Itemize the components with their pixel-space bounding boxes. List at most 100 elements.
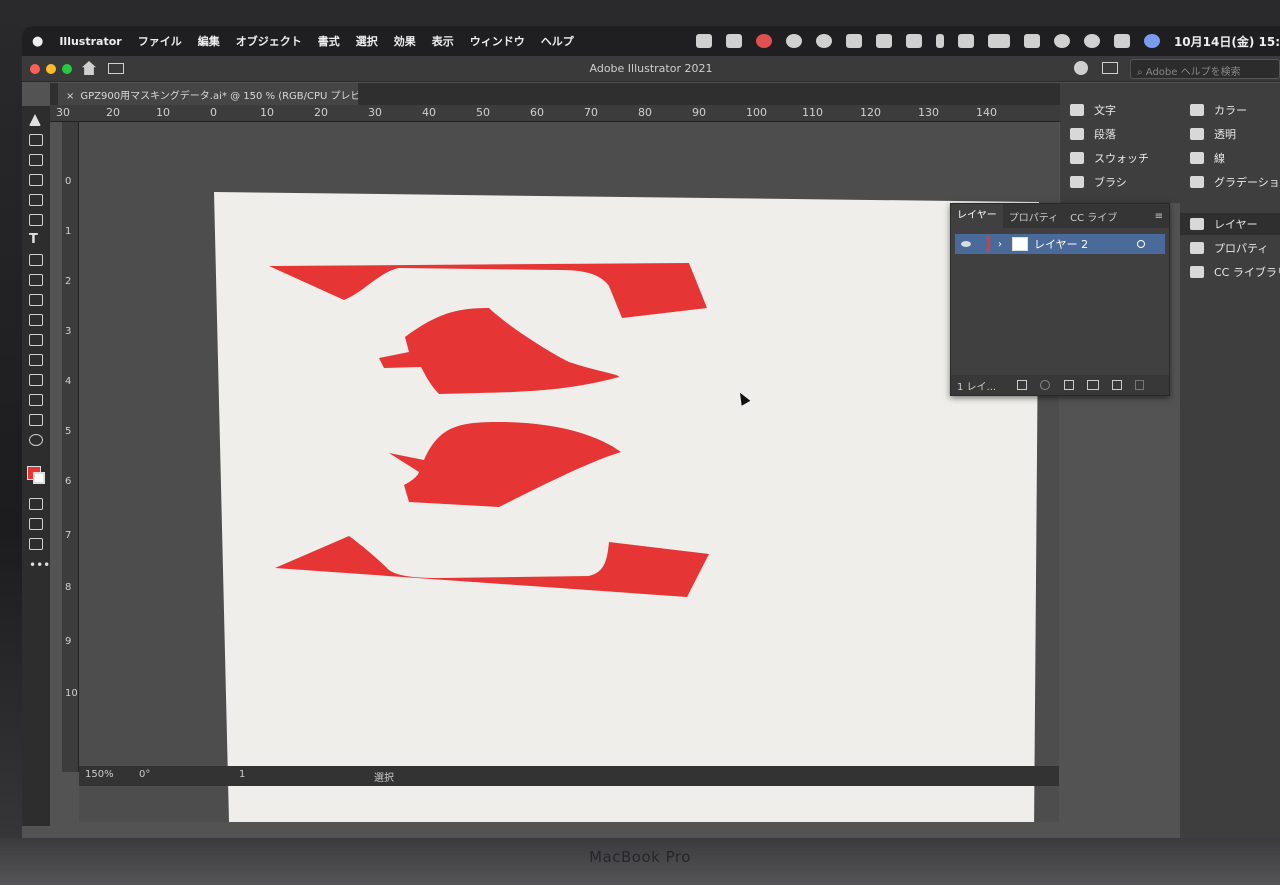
- export-icon[interactable]: [1017, 380, 1028, 390]
- wifi-icon[interactable]: [1023, 34, 1040, 48]
- color-mode-icon[interactable]: [29, 498, 43, 510]
- rotation-select[interactable]: 0°: [139, 769, 150, 780]
- curvature-tool-icon[interactable]: [29, 174, 43, 186]
- menu-view[interactable]: 表示: [432, 33, 454, 49]
- record-icon[interactable]: [755, 34, 772, 48]
- eject-icon[interactable]: [905, 34, 922, 48]
- ruler-label: 4: [65, 376, 72, 387]
- more-tools-icon[interactable]: •••: [29, 558, 50, 572]
- menu-file[interactable]: ファイル: [138, 33, 182, 49]
- layers-panel-footer: 1 レイ...: [951, 375, 1169, 395]
- panel-gradient[interactable]: グラデーション: [1190, 171, 1280, 193]
- battery-icon[interactable]: [987, 34, 1010, 48]
- menu-window[interactable]: ウィンドウ: [470, 33, 525, 49]
- selection-tool-icon[interactable]: [29, 114, 41, 126]
- draw-mode-icon[interactable]: [29, 518, 43, 530]
- expand-chevron-icon[interactable]: ›: [998, 239, 1002, 250]
- sync-icon[interactable]: [815, 34, 832, 48]
- apple-icon[interactable]: ●: [32, 34, 43, 49]
- symbol-sprayer-tool-icon[interactable]: [29, 374, 43, 386]
- menu-app-name[interactable]: Illustrator: [59, 35, 121, 48]
- screen-share-icon[interactable]: [725, 34, 742, 48]
- artboard[interactable]: [79, 122, 1059, 822]
- tool-status[interactable]: 選択: [374, 769, 394, 784]
- screen-mode-icon[interactable]: [29, 538, 43, 550]
- volume-icon[interactable]: [875, 34, 892, 48]
- menu-object[interactable]: オブジェクト: [236, 33, 302, 49]
- share-icon[interactable]: [1074, 61, 1088, 75]
- spotlight-icon[interactable]: [1083, 34, 1100, 48]
- layers-panel-tabs: レイヤー プロパティ CC ライブ ≡: [951, 204, 1169, 228]
- display-icon[interactable]: [845, 34, 862, 48]
- document-tab[interactable]: × GPZ900用マスキングデータ.ai* @ 150 % (RGB/CPU プレ…: [58, 83, 358, 105]
- tools-panel: T •••: [22, 106, 50, 826]
- panel-stroke[interactable]: 線: [1190, 147, 1225, 169]
- panel-paragraph[interactable]: 段落: [1070, 123, 1116, 145]
- rotate-tool-icon[interactable]: [29, 294, 43, 306]
- ruler-label: 0: [65, 176, 72, 187]
- panel-layers-label: レイヤー: [1214, 218, 1258, 231]
- panel-menu-icon[interactable]: ≡: [1149, 211, 1169, 222]
- reflect-tool-icon[interactable]: [29, 254, 43, 266]
- clipping-mask-icon[interactable]: [1063, 380, 1074, 390]
- new-sublayer-icon[interactable]: [1086, 380, 1099, 390]
- siri-icon[interactable]: [1143, 34, 1160, 48]
- menu-effect[interactable]: 効果: [394, 33, 416, 49]
- shape-builder-tool-icon[interactable]: [29, 314, 43, 326]
- transparency-icon: [1190, 128, 1204, 140]
- layer-row[interactable]: › レイヤー 2: [955, 234, 1165, 254]
- panel-cc-libraries[interactable]: CC ライブラリ: [1190, 261, 1280, 283]
- collapsed-panels-group2: カラー 透明 線 グラデーション レイヤー プロパティ CC ライブラリ: [1180, 83, 1280, 856]
- artboard-navigator[interactable]: 1: [239, 769, 245, 780]
- stroke-swatch[interactable]: [33, 472, 45, 484]
- menu-type[interactable]: 書式: [318, 33, 340, 49]
- artboard-tool-icon[interactable]: [29, 414, 43, 426]
- creative-cloud-icon[interactable]: [785, 34, 802, 48]
- ruler-label: 70: [584, 106, 598, 119]
- horizontal-ruler[interactable]: 30 20 10 0 10 20 30 40 50 60 70 80 90 10…: [50, 105, 1060, 122]
- zoom-tool-icon[interactable]: [29, 434, 43, 446]
- bluetooth-icon[interactable]: [935, 34, 944, 48]
- input-method-icon[interactable]: [957, 34, 974, 48]
- new-layer-icon[interactable]: [1112, 380, 1123, 390]
- vertical-ruler[interactable]: 0 1 2 3 4 5 6 7 8 9 10: [62, 122, 79, 772]
- layer-name[interactable]: レイヤー 2: [1034, 236, 1088, 252]
- control-center-icon[interactable]: [1113, 34, 1130, 48]
- menu-select[interactable]: 選択: [356, 33, 378, 49]
- eyedropper-tool-icon[interactable]: [29, 334, 43, 346]
- fork-knife-icon[interactable]: [695, 34, 712, 48]
- clock[interactable]: 10月14日(金) 15:: [1174, 33, 1280, 50]
- pen-tool-icon[interactable]: [29, 154, 43, 166]
- panel-properties[interactable]: プロパティ: [1190, 237, 1268, 259]
- help-search-input[interactable]: ⌕ Adobe ヘルプを検索: [1130, 59, 1280, 79]
- panel-swatches[interactable]: スウォッチ: [1070, 147, 1149, 169]
- zoom-level-select[interactable]: 150%: [85, 769, 114, 780]
- menu-edit[interactable]: 編集: [198, 33, 220, 49]
- panel-brushes[interactable]: ブラシ: [1070, 171, 1127, 193]
- delete-layer-icon[interactable]: [1135, 380, 1145, 390]
- direct-selection-tool-icon[interactable]: [29, 134, 43, 146]
- panel-layers[interactable]: レイヤー: [1180, 213, 1280, 235]
- rectangle-tool-icon[interactable]: [29, 194, 43, 206]
- menu-help[interactable]: ヘルプ: [541, 33, 574, 49]
- type-tool-icon[interactable]: T: [29, 233, 43, 246]
- tab-properties[interactable]: プロパティ: [1003, 209, 1064, 224]
- blend-tool-icon[interactable]: [29, 354, 43, 366]
- panel-color[interactable]: カラー: [1190, 99, 1247, 121]
- layer-target-icon[interactable]: [1137, 240, 1145, 248]
- paintbrush-tool-icon[interactable]: [29, 214, 43, 226]
- close-tab-icon[interactable]: ×: [66, 91, 74, 102]
- eraser-tool-icon[interactable]: [29, 274, 43, 286]
- ruler-label: 140: [976, 106, 997, 119]
- user-icon[interactable]: [1053, 34, 1070, 48]
- locate-object-icon[interactable]: [1040, 380, 1051, 390]
- ruler-label: 110: [802, 106, 823, 119]
- tab-layers[interactable]: レイヤー: [951, 204, 1003, 228]
- slice-tool-icon[interactable]: [29, 394, 43, 406]
- panel-toggle-icon[interactable]: [1102, 62, 1118, 74]
- canvas[interactable]: [79, 122, 1059, 822]
- panel-character[interactable]: 文字: [1070, 99, 1116, 121]
- panel-transparency[interactable]: 透明: [1190, 123, 1236, 145]
- tab-cc-libraries[interactable]: CC ライブ: [1064, 209, 1123, 224]
- visibility-eye-icon[interactable]: [961, 241, 971, 247]
